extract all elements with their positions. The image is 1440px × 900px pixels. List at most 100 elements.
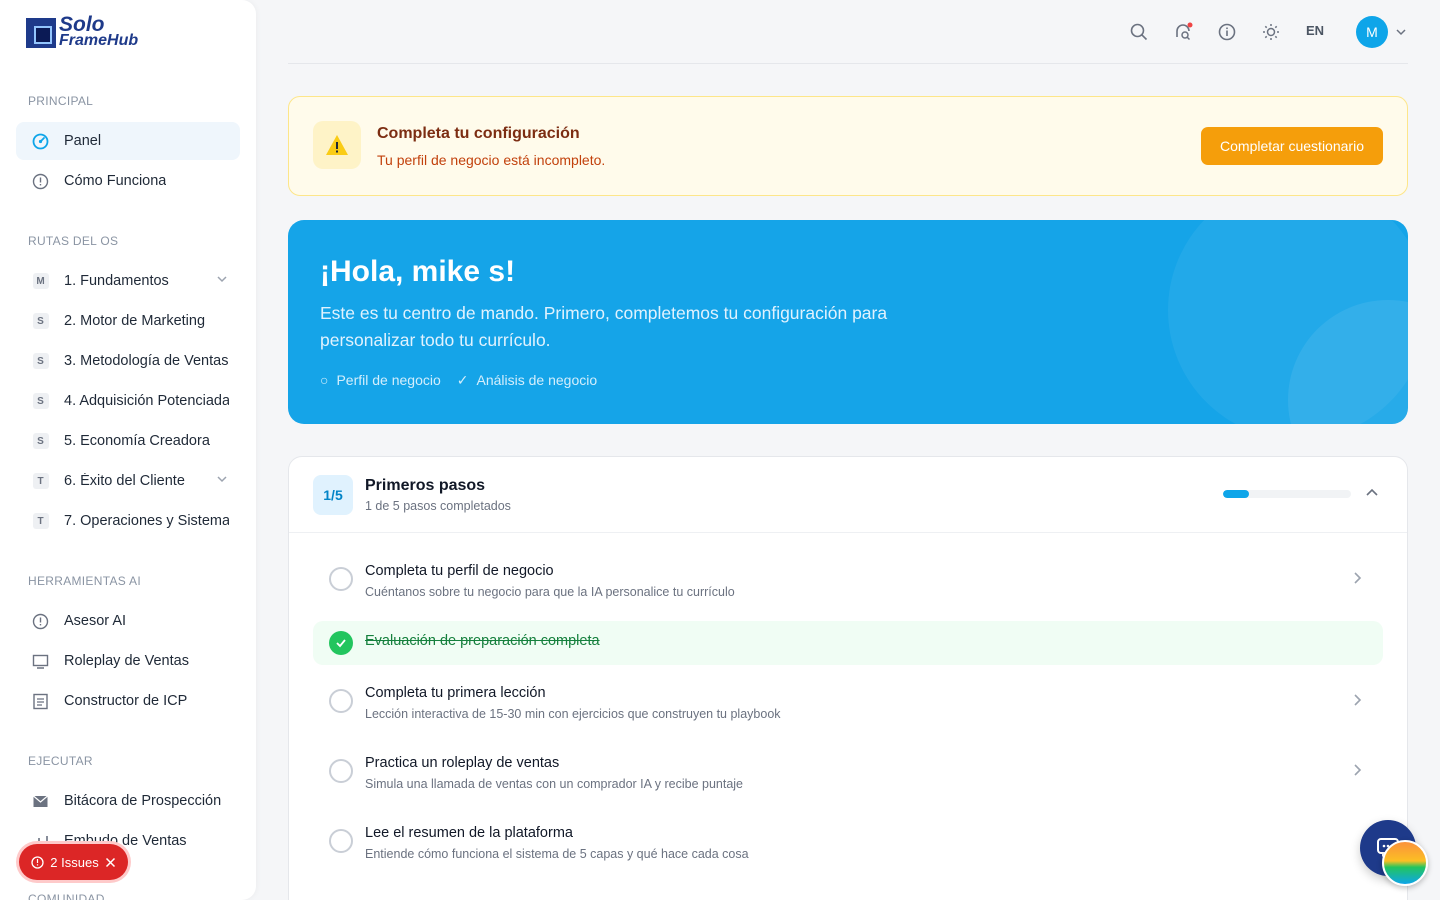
level-badge: M: [32, 273, 49, 289]
check-circle-icon: [329, 631, 353, 655]
sidebar-item-fundamentos[interactable]: M 1. Fundamentos: [16, 262, 240, 300]
dashboard-icon: [32, 133, 49, 150]
issues-badge[interactable]: 2 Issues: [19, 844, 128, 880]
alert-subtitle: Tu perfil de negocio está incompleto.: [377, 152, 606, 168]
step-title: Practica un roleplay de ventas: [365, 755, 560, 771]
language-switch[interactable]: EN: [1306, 23, 1324, 38]
avatar[interactable]: M: [1356, 16, 1388, 48]
sidebar-item-constructor-icp[interactable]: Constructor de ICP: [16, 682, 240, 720]
setup-step-business-profile: ○ Perfil de negocio: [320, 372, 441, 388]
sidebar-item-label: 3. Metodología de Ventas: [64, 353, 229, 369]
sidebar-item-label: Constructor de ICP: [64, 693, 188, 709]
step-status-circle[interactable]: [329, 759, 353, 783]
level-badge: S: [32, 393, 49, 409]
step-item-readiness-assessment[interactable]: Evaluación de preparación completa: [313, 621, 1383, 665]
issues-label: 2 Issues: [50, 854, 99, 870]
section-principal: PRINCIPAL: [28, 94, 94, 108]
setup-progress: ○ Perfil de negocio ✓ Análisis de negocio: [320, 372, 597, 389]
assistant-avatar[interactable]: [1382, 840, 1428, 886]
sidebar-item-label: 6. Éxito del Cliente: [64, 473, 185, 489]
warning-icon: [313, 121, 361, 169]
brand-logo[interactable]: Solo FrameHub: [26, 14, 139, 49]
step-status-circle[interactable]: [329, 689, 353, 713]
greeting-title: ¡Hola, mike s!: [320, 255, 516, 288]
check-icon: ✓: [456, 372, 469, 388]
sidebar-item-label: Asesor AI: [64, 613, 127, 629]
sidebar-item-operaciones[interactable]: T 7. Operaciones y Sistemas: [16, 502, 240, 540]
sidebar-item-bitacora[interactable]: Bitácora de Prospección: [16, 782, 240, 820]
sidebar-item-panel[interactable]: Panel: [16, 122, 240, 160]
progress-bar: [1223, 490, 1351, 498]
card-title: Primeros pasos: [365, 477, 486, 494]
step-status-circle[interactable]: [329, 829, 353, 853]
alert-title: Completa tu configuración: [377, 125, 580, 142]
complete-questionnaire-button[interactable]: Completar cuestionario: [1201, 127, 1383, 165]
search-icon[interactable]: [1129, 22, 1149, 42]
section-ejecutar: EJECUTAR: [28, 754, 93, 768]
sidebar-item-roleplay-ventas[interactable]: Roleplay de Ventas: [16, 642, 240, 680]
sidebar-item-label: Cómo Funciona: [64, 173, 167, 189]
close-icon[interactable]: [105, 857, 116, 868]
step-title: Completa tu perfil de negocio: [365, 563, 554, 579]
info-circle-icon: [32, 173, 49, 190]
sidebar-item-motor-marketing[interactable]: S 2. Motor de Marketing: [16, 302, 240, 340]
sidebar-item-exito-cliente[interactable]: T 6. Éxito del Cliente: [16, 462, 240, 500]
getting-started-card: 1/5 Primeros pasos 1 de 5 pasos completa…: [288, 456, 1408, 900]
level-badge: S: [32, 313, 49, 329]
chevron-down-icon[interactable]: [216, 473, 228, 489]
progress-fill: [1223, 490, 1249, 498]
sidebar-item-label: Roleplay de Ventas: [64, 653, 189, 669]
sidebar-item-economia-creadora[interactable]: S 5. Economía Creadora: [16, 422, 240, 460]
steps-count: 1/5: [313, 475, 353, 515]
alert-circle-icon: [31, 855, 44, 869]
level-badge: S: [32, 433, 49, 449]
monitor-icon: [32, 653, 49, 670]
chevron-down-icon[interactable]: [216, 273, 228, 289]
sidebar-item-como-funciona[interactable]: Cómo Funciona: [16, 162, 240, 200]
setup-step-business-analysis: ✓ Análisis de negocio: [456, 372, 598, 388]
sun-icon[interactable]: [1261, 22, 1281, 42]
brand-name-line2: FrameHub: [59, 32, 139, 49]
notification-search-icon[interactable]: [1173, 22, 1193, 42]
step-description: Simula una llamada de ventas con un comp…: [365, 777, 744, 791]
top-bar: EN M: [288, 0, 1408, 64]
mail-icon: [32, 793, 49, 810]
document-icon: [32, 693, 49, 710]
sidebar-item-label: 2. Motor de Marketing: [64, 313, 206, 329]
chevron-down-icon[interactable]: [1395, 25, 1407, 43]
step-item-platform-summary[interactable]: Lee el resumen de la plataforma Entiende…: [313, 815, 1383, 875]
section-herramientas: HERRAMIENTAS AI: [28, 574, 141, 588]
step-status-circle[interactable]: [329, 567, 353, 591]
section-comunidad: COMUNIDAD: [28, 892, 105, 900]
info-icon[interactable]: [1217, 22, 1237, 42]
sidebar-item-label: Panel: [64, 133, 102, 149]
level-badge: T: [32, 513, 49, 529]
sidebar-item-asesor-ai[interactable]: Asesor AI: [16, 602, 240, 640]
info-circle-icon: [32, 613, 49, 630]
step-item-business-profile[interactable]: Completa tu perfil de negocio Cuéntanos …: [313, 553, 1383, 613]
section-rutas: RUTAS DEL OS: [28, 234, 119, 248]
chevron-up-icon[interactable]: [1365, 486, 1379, 505]
card-subtitle: 1 de 5 pasos completados: [365, 499, 511, 513]
sidebar-item-adquisicion[interactable]: S 4. Adquisición Potenciada: [16, 382, 240, 420]
step-description: Entiende cómo funciona el sistema de 5 c…: [365, 847, 749, 861]
step-item-first-lesson[interactable]: Completa tu primera lección Lección inte…: [313, 675, 1383, 735]
logo-icon: [26, 18, 56, 48]
setup-alert: Completa tu configuración Tu perfil de n…: [288, 96, 1408, 196]
card-header[interactable]: 1/5 Primeros pasos 1 de 5 pasos completa…: [289, 457, 1407, 533]
chevron-right-icon[interactable]: [1351, 763, 1363, 782]
step-item-sales-roleplay[interactable]: Practica un roleplay de ventas Simula un…: [313, 745, 1383, 805]
sidebar-item-label: 1. Fundamentos: [64, 273, 169, 289]
sidebar-item-label: 7. Operaciones y Sistemas: [64, 513, 229, 529]
chevron-right-icon[interactable]: [1351, 571, 1363, 590]
welcome-hero: ¡Hola, mike s! Este es tu centro de mand…: [288, 220, 1408, 424]
step-title: Evaluación de preparación completa: [365, 633, 600, 649]
sidebar-item-label: Bitácora de Prospección: [64, 793, 222, 809]
level-badge: T: [32, 473, 49, 489]
sidebar-item-metodologia-ventas[interactable]: S 3. Metodología de Ventas: [16, 342, 240, 380]
step-description: Cuéntanos sobre tu negocio para que la I…: [365, 585, 735, 599]
greeting-text: Este es tu centro de mando. Primero, com…: [320, 303, 888, 350]
sidebar-item-label: 5. Economía Creadora: [64, 433, 210, 449]
step-title: Completa tu primera lección: [365, 685, 546, 701]
chevron-right-icon[interactable]: [1351, 693, 1363, 712]
